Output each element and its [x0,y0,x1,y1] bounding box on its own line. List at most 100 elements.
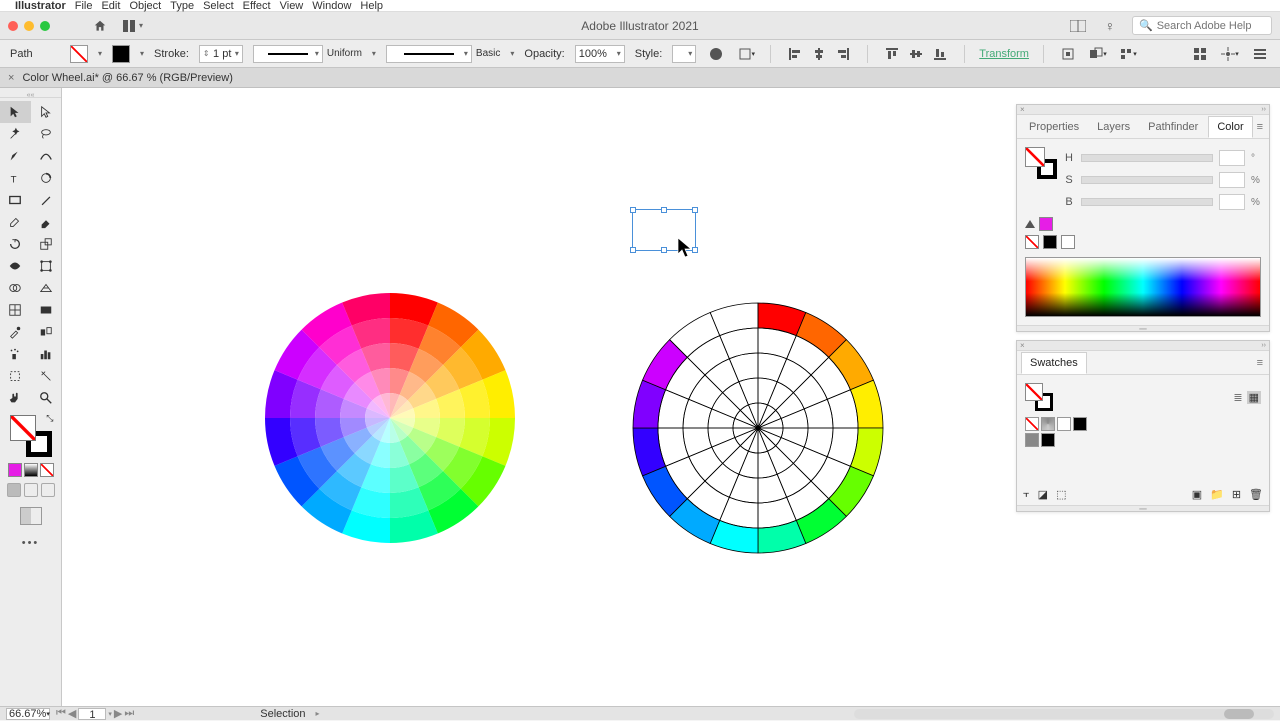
tab-color[interactable]: Color [1208,116,1252,138]
artboard-number-input[interactable]: 1 [78,708,106,720]
tab-swatches[interactable]: Swatches [1021,352,1087,374]
hue-slider[interactable] [1081,154,1213,162]
column-graph-tool[interactable] [31,343,62,365]
paintbrush-tool[interactable] [31,189,62,211]
color-panel-fillstroke[interactable] [1025,147,1057,179]
none-color-swatch[interactable] [1025,235,1039,249]
color-spectrum[interactable] [1025,257,1261,317]
fill-swatch[interactable] [70,45,88,63]
snap-icon[interactable]: ▾ [1220,44,1240,64]
width-tool[interactable] [0,255,31,277]
menu-window[interactable]: Window [312,0,351,12]
minimize-window[interactable] [24,21,34,31]
type-tool[interactable]: T [0,167,31,189]
symbol-sprayer-tool[interactable] [0,343,31,365]
stroke-profile-dropdown[interactable] [253,45,323,63]
lasso-tool[interactable] [31,123,62,145]
align-center-h-icon[interactable] [809,44,829,64]
normal-screen-mode[interactable] [7,483,21,497]
close-tab-icon[interactable]: × [8,72,14,84]
transform-link[interactable]: Transform [979,48,1029,60]
scale-tool[interactable] [31,233,62,255]
select-similar-icon[interactable]: ▾ [1118,44,1138,64]
new-swatch-icon[interactable]: ⊞ [1232,488,1241,501]
last-artboard-icon[interactable]: ⏭ [124,707,134,720]
brush-dropdown[interactable] [386,45,472,63]
next-artboard-icon[interactable]: ▶ [114,707,122,720]
fill-indicator[interactable] [10,415,36,441]
fill-stroke-indicator[interactable]: ⤡ [10,415,52,457]
stroke-weight-input[interactable]: ⇕1 pt▾ [199,45,243,63]
selection-tool[interactable] [0,101,31,123]
gradient-tool[interactable] [31,299,62,321]
magic-wand-tool[interactable] [0,123,31,145]
panel-menu-icon[interactable]: ≡ [1257,121,1263,133]
swatch-grid-view-icon[interactable]: ▦ [1247,391,1261,404]
swatch-none[interactable] [1025,417,1039,431]
tab-layers[interactable]: Layers [1089,117,1138,137]
rectangle-tool[interactable] [0,189,31,211]
curvature-tool[interactable] [31,145,62,167]
draw-mode-icon[interactable] [20,507,42,525]
opacity-input[interactable]: 100%▾ [575,45,625,63]
style-dropdown[interactable] [672,45,696,63]
swatch-black2[interactable] [1041,433,1055,447]
full-screen-mode[interactable] [41,483,55,497]
grid-toggle-icon[interactable] [1190,44,1210,64]
app-menu[interactable]: Illustrator [15,0,66,12]
help-search[interactable]: 🔍 [1132,16,1272,35]
bri-input[interactable] [1219,194,1245,210]
full-screen-menu-mode[interactable] [24,483,38,497]
close-window[interactable] [8,21,18,31]
new-folder-icon[interactable]: 📁 [1210,488,1224,501]
arrange-windows-icon[interactable] [1068,16,1088,36]
black-swatch[interactable] [1043,235,1057,249]
align-center-v-icon[interactable] [906,44,926,64]
direct-selection-tool[interactable] [31,101,62,123]
swatch-options-icon[interactable]: ⬚ [1056,488,1066,501]
swatch-registration[interactable] [1041,417,1055,431]
stroke-swatch[interactable] [112,45,130,63]
zoom-level-input[interactable]: 66.67%▾ [6,708,50,720]
prefs-icon[interactable] [1250,44,1270,64]
hue-input[interactable] [1219,150,1245,166]
status-menu-icon[interactable]: ▸ [316,709,320,718]
color-mode-gradient[interactable] [24,463,38,477]
shape-builder-tool[interactable] [0,277,31,299]
white-swatch[interactable] [1061,235,1075,249]
tab-pathfinder[interactable]: Pathfinder [1140,117,1206,137]
perspective-grid-tool[interactable] [31,277,62,299]
swatch-black[interactable] [1073,417,1087,431]
rotate-tool[interactable] [0,233,31,255]
bri-slider[interactable] [1081,198,1213,206]
line-segment-tool[interactable] [31,167,62,189]
shaper-tool[interactable] [0,211,31,233]
eraser-tool[interactable] [31,211,62,233]
swatch-kind-icon[interactable]: ◪ [1038,488,1048,501]
help-search-input[interactable] [1157,20,1265,32]
first-artboard-icon[interactable]: ⏮ [56,707,66,720]
swatch-folder-icon[interactable] [1025,433,1039,447]
mask-icon[interactable]: ▾ [1088,44,1108,64]
zoom-tool[interactable] [31,387,62,409]
swatches-menu-icon[interactable]: ≡ [1257,357,1263,369]
pen-tool[interactable] [0,145,31,167]
swatches-close-icon[interactable]: × [1020,341,1025,350]
prev-artboard-icon[interactable]: ◀ [68,707,76,720]
align-top-icon[interactable] [882,44,902,64]
swatch-white[interactable] [1057,417,1071,431]
menu-object[interactable]: Object [129,0,161,12]
last-color-swatch[interactable] [1039,217,1053,231]
recolor-icon[interactable] [706,44,726,64]
menu-select[interactable]: Select [203,0,234,12]
horizontal-scrollbar[interactable] [854,709,1274,719]
panel-collapse-icon[interactable]: ›› [1261,106,1266,113]
arrange-documents[interactable]: ▾ [122,19,143,33]
panel-close-icon[interactable]: × [1020,105,1025,114]
swatch-libraries-icon[interactable]: ⫟ [1023,488,1030,501]
menu-edit[interactable]: Edit [101,0,120,12]
home-icon[interactable] [90,16,110,36]
menu-file[interactable]: File [75,0,93,12]
slice-tool[interactable] [31,365,62,387]
swatch-list-view-icon[interactable]: ≣ [1233,391,1242,404]
